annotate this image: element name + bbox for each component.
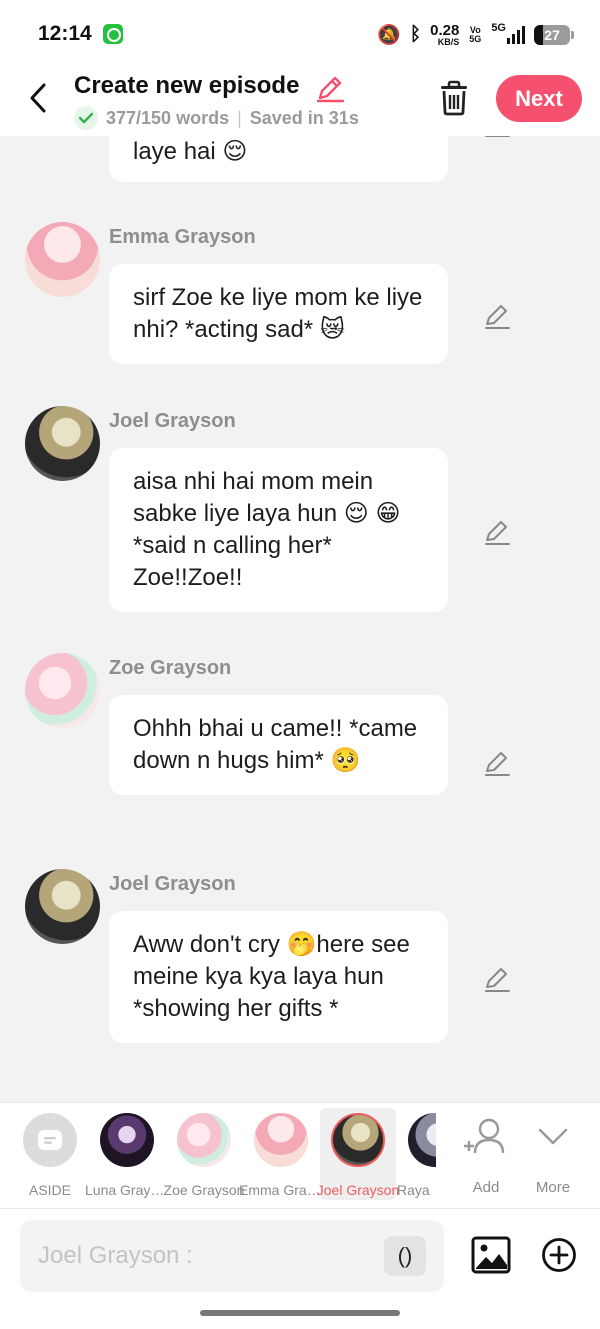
back-button[interactable] <box>20 78 56 118</box>
message-feed[interactable]: laye hai 😌 Emma Grayson sirf Zoe ke liye… <box>0 136 600 1102</box>
character-bar: ASIDE Luna Grayson Zoe Grayson Emma Gray… <box>0 1102 600 1208</box>
image-icon[interactable] <box>471 1235 511 1275</box>
sender-name: Joel Grayson <box>109 410 236 432</box>
message-bubble[interactable]: aisa nhi hai mom mein sabke liye laya hu… <box>109 448 448 612</box>
character-zoe[interactable]: Zoe Grayson <box>164 1108 244 1200</box>
trash-icon[interactable] <box>437 80 471 116</box>
aside-icon <box>23 1113 77 1167</box>
add-person-icon <box>464 1118 505 1154</box>
next-button[interactable]: Next <box>496 75 582 122</box>
header: Create new episode 377/150 words | Saved… <box>0 68 600 136</box>
whatsapp-icon <box>103 24 123 44</box>
edit-icon[interactable] <box>483 302 511 330</box>
edit-icon[interactable] <box>483 749 511 777</box>
edit-icon[interactable] <box>483 136 511 138</box>
character-luna[interactable]: Luna Grayson <box>85 1108 169 1200</box>
character-label: ASIDE <box>28 1182 71 1198</box>
back-arrow-icon <box>30 83 46 113</box>
avatar <box>408 1113 436 1167</box>
message-bubble[interactable]: Aww don't cry 🤭here see meine kya kya la… <box>109 911 448 1043</box>
avatar[interactable] <box>25 869 100 944</box>
avatar <box>331 1113 385 1167</box>
add-character-button[interactable]: Add <box>455 1113 517 1201</box>
character-label: Joel Grayson <box>316 1182 400 1198</box>
character-label: Raya <box>397 1182 430 1198</box>
sender-name: Joel Grayson <box>109 873 236 895</box>
mute-bell-icon: 🔕 <box>377 25 401 46</box>
home-indicator <box>200 1310 400 1316</box>
more-label: More <box>535 1179 571 1196</box>
message-bubble[interactable]: Ohhh bhai u came!! *came down n hugs him… <box>109 695 448 795</box>
character-label: Luna Grayson <box>85 1182 169 1198</box>
network-type: 5G <box>491 22 506 34</box>
network-speed: 0.28 KB/S <box>430 22 460 47</box>
character-joel[interactable]: Joel Grayson <box>317 1108 399 1200</box>
more-button[interactable]: More <box>522 1113 584 1201</box>
status-time: 12:14 <box>38 22 92 45</box>
message-input-box[interactable]: () <box>20 1220 444 1292</box>
bluetooth-icon: ᛒ <box>409 24 422 45</box>
message-bubble[interactable]: laye hai 😌 <box>109 136 448 182</box>
avatar[interactable] <box>25 406 100 481</box>
avatar[interactable] <box>25 653 100 728</box>
character-raya[interactable]: Raya <box>397 1108 436 1200</box>
avatar <box>177 1113 231 1167</box>
chevron-down-icon <box>538 1128 568 1145</box>
add-label: Add <box>472 1179 500 1196</box>
character-label: Zoe Grayson <box>163 1182 245 1198</box>
word-count: 377/150 words <box>106 107 230 128</box>
status-icons: 🔕 ᛒ 0.28 KB/S Vo 5G 5G 27 <box>377 20 574 50</box>
edit-icon[interactable] <box>483 965 511 993</box>
avatar <box>100 1113 154 1167</box>
character-label: Emma Grayson <box>239 1182 323 1198</box>
edit-icon[interactable] <box>483 518 511 546</box>
message-bubble[interactable]: sirf Zoe ke liye mom ke liye nhi? *actin… <box>109 264 448 364</box>
plus-circle-icon[interactable] <box>541 1237 577 1273</box>
pencil-icon[interactable] <box>315 73 345 103</box>
character-list[interactable]: ASIDE Luna Grayson Zoe Grayson Emma Gray… <box>0 1103 436 1209</box>
save-status: 377/150 words | Saved in 31s <box>74 106 359 130</box>
message-input[interactable] <box>38 1238 378 1274</box>
page-title: Create new episode <box>74 72 300 99</box>
character-aside[interactable]: ASIDE <box>12 1108 88 1200</box>
sender-name: Zoe Grayson <box>109 657 232 679</box>
saved-status: Saved in 31s <box>249 107 359 128</box>
check-icon <box>74 106 98 130</box>
avatar[interactable] <box>25 222 100 297</box>
battery-icon: 27 <box>534 25 574 45</box>
action-parenthesis-button[interactable]: () <box>384 1236 426 1276</box>
volte-indicator: Vo 5G <box>469 24 482 44</box>
sender-name: Emma Grayson <box>109 226 256 248</box>
character-emma[interactable]: Emma Grayson <box>239 1108 323 1200</box>
signal-icon <box>507 26 525 44</box>
status-bar: 12:14 🔕 ᛒ 0.28 KB/S Vo 5G 5G 27 <box>0 0 600 68</box>
avatar <box>254 1113 308 1167</box>
input-bar: () <box>0 1208 600 1329</box>
separator: | <box>237 107 242 128</box>
